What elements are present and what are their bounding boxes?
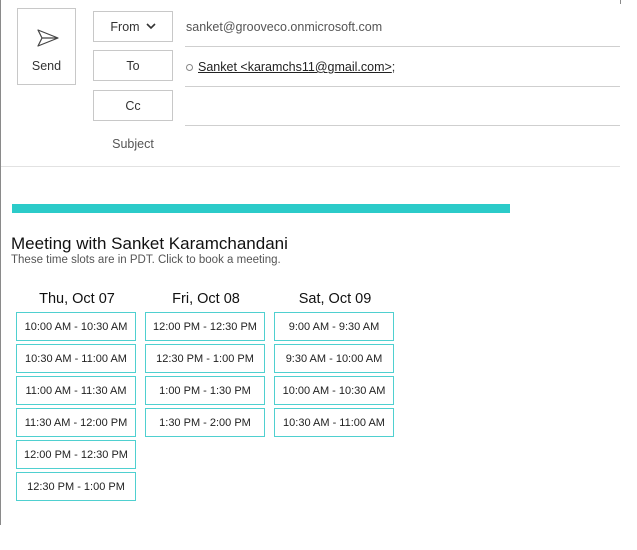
day-header: Sat, Oct 09 [298, 291, 372, 307]
cc-button-label: Cc [125, 98, 141, 113]
subject-input[interactable] [186, 130, 620, 164]
scheduler-accent-bar [12, 204, 510, 213]
send-button[interactable]: Send [17, 8, 76, 85]
time-slot[interactable]: 12:30 PM - 1:00 PM [145, 344, 265, 373]
time-slot[interactable]: 12:00 PM - 12:30 PM [145, 312, 265, 341]
presence-icon [186, 63, 193, 71]
header-divider [1, 166, 620, 167]
cc-input[interactable] [186, 90, 620, 125]
chevron-down-icon [146, 23, 156, 30]
time-slot[interactable]: 9:30 AM - 10:00 AM [274, 344, 394, 373]
to-divider [185, 86, 620, 87]
send-button-label: Send [31, 59, 62, 73]
from-button[interactable]: From [93, 11, 173, 42]
window-border-left [0, 0, 1, 525]
day-column-thu: Thu, Oct 07 10:00 AM - 10:30 AM 10:30 AM… [16, 290, 138, 504]
time-slot[interactable]: 12:00 PM - 12:30 PM [16, 440, 136, 469]
cc-button[interactable]: Cc [93, 90, 173, 121]
time-slot[interactable]: 1:00 PM - 1:30 PM [145, 376, 265, 405]
to-field[interactable]: Sanket <karamchs11@gmail.com> ; [186, 60, 395, 74]
from-button-label: From [110, 19, 140, 34]
time-slot[interactable]: 11:00 AM - 11:30 AM [16, 376, 136, 405]
to-recipient-chip[interactable]: Sanket <karamchs11@gmail.com> [198, 60, 392, 74]
from-divider [185, 46, 620, 47]
meeting-subtitle: These time slots are in PDT. Click to bo… [11, 254, 281, 266]
send-icon [37, 29, 59, 47]
day-column-sat: Sat, Oct 09 9:00 AM - 9:30 AM 9:30 AM - … [274, 290, 396, 440]
subject-label: Subject [112, 137, 154, 151]
time-slot[interactable]: 9:00 AM - 9:30 AM [274, 312, 394, 341]
day-header: Fri, Oct 08 [172, 291, 240, 307]
time-slot[interactable]: 1:30 PM - 2:00 PM [145, 408, 265, 437]
cc-divider [185, 125, 620, 126]
meeting-title: Meeting with Sanket Karamchandani [11, 234, 288, 253]
to-separator: ; [391, 60, 396, 74]
day-header: Thu, Oct 07 [39, 291, 115, 307]
to-button-label: To [126, 58, 140, 73]
time-slot[interactable]: 11:30 AM - 12:00 PM [16, 408, 136, 437]
time-slot[interactable]: 10:00 AM - 10:30 AM [16, 312, 136, 341]
from-address: sanket@grooveco.onmicrosoft.com [186, 20, 383, 34]
day-column-fri: Fri, Oct 08 12:00 PM - 12:30 PM 12:30 PM… [145, 290, 267, 440]
window-border-right [620, 0, 621, 4]
time-slot[interactable]: 10:30 AM - 11:00 AM [16, 344, 136, 373]
to-button[interactable]: To [93, 50, 173, 81]
time-slot[interactable]: 10:30 AM - 11:00 AM [274, 408, 394, 437]
time-slot[interactable]: 12:30 PM - 1:00 PM [16, 472, 136, 501]
time-slot[interactable]: 10:00 AM - 10:30 AM [274, 376, 394, 405]
